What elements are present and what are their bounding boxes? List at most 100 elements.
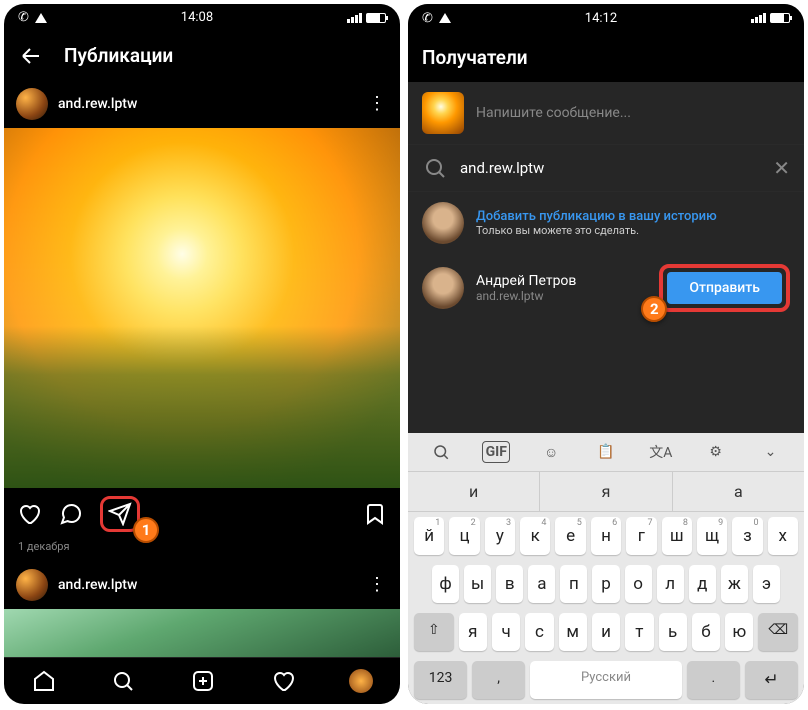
recipient-row: Андрей Петров and.rew.lptw Отправить 2 [408, 254, 804, 322]
keyboard-suggestions: и я а [408, 472, 804, 512]
key-ш[interactable]: ш8 [662, 517, 692, 555]
avatar [422, 202, 464, 244]
key-т[interactable]: т [625, 613, 653, 651]
key-и[interactable]: и [592, 613, 620, 651]
period-key[interactable]: . [687, 661, 740, 699]
key-у[interactable]: у3 [485, 517, 515, 555]
key-г[interactable]: г7 [626, 517, 656, 555]
more-icon[interactable]: ⋮ [368, 93, 388, 114]
nav-add-icon[interactable] [190, 668, 216, 694]
key-щ[interactable]: щ9 [697, 517, 727, 555]
suggestion[interactable]: а [673, 472, 804, 511]
send-highlight: Отправить 2 [659, 264, 790, 312]
viber-icon: ✆ [18, 10, 29, 25]
nav-search-icon[interactable] [110, 668, 136, 694]
key-а[interactable]: а [528, 565, 555, 603]
like-icon[interactable] [16, 501, 42, 527]
key-н[interactable]: н6 [591, 517, 621, 555]
status-time: 14:12 [585, 11, 617, 26]
enter-key[interactable]: ↵ [745, 661, 798, 699]
key-п[interactable]: п [560, 565, 587, 603]
key-р[interactable]: р [592, 565, 619, 603]
avatar[interactable] [16, 569, 48, 601]
kbd-gif-icon[interactable]: GIF [482, 441, 510, 463]
send-button[interactable]: Отправить [667, 272, 782, 304]
status-bar: ✆ 14:08 [4, 4, 400, 31]
page-title: Публикации [64, 44, 173, 67]
kbd-sticker-icon[interactable]: ☺ [537, 441, 565, 463]
key-я[interactable]: я [459, 613, 487, 651]
suggestion[interactable]: и [408, 472, 540, 511]
comma-key[interactable]: , [472, 661, 525, 699]
back-icon[interactable] [18, 43, 44, 69]
status-bar: ✆ 14:12 [408, 4, 804, 32]
key-ы[interactable]: ы [464, 565, 491, 603]
nav-profile-icon[interactable] [349, 669, 373, 693]
keyboard-row-2: фывапролджэ [408, 560, 804, 608]
backspace-key[interactable]: ⌫ [758, 613, 798, 651]
keyboard-row-4: 123 , Русский . ↵ [408, 656, 804, 704]
bookmark-icon[interactable] [362, 501, 388, 527]
suggestion[interactable]: я [540, 472, 672, 511]
annotation-badge-1: 1 [133, 517, 159, 543]
kbd-search-icon[interactable] [427, 441, 455, 463]
key-ц[interactable]: ц2 [449, 517, 479, 555]
post2-image[interactable] [4, 609, 400, 658]
key-з[interactable]: з0 [732, 517, 762, 555]
battery-icon [770, 13, 790, 23]
key-д[interactable]: д [689, 565, 716, 603]
message-input[interactable]: Напишите сообщение... [476, 105, 631, 121]
empty-area [408, 322, 804, 433]
recipient-handle: and.rew.lptw [476, 289, 576, 303]
post-image[interactable] [4, 128, 400, 488]
avatar[interactable] [422, 267, 464, 309]
post-thumbnail [422, 92, 464, 134]
key-с[interactable]: с [525, 613, 553, 651]
post-header: and.rew.lptw ⋮ [4, 80, 400, 128]
share-highlight: 1 [100, 496, 140, 532]
battery-icon [366, 13, 386, 23]
app-header: Публикации [4, 31, 400, 80]
key-в[interactable]: в [496, 565, 523, 603]
key-м[interactable]: м [559, 613, 587, 651]
key-о[interactable]: о [625, 565, 652, 603]
key-ф[interactable]: ф [432, 565, 459, 603]
post-actions: 1 [4, 488, 400, 540]
numeric-key[interactable]: 123 [414, 661, 467, 699]
key-ю[interactable]: ю [725, 613, 753, 651]
comment-icon[interactable] [58, 501, 84, 527]
key-е[interactable]: е5 [555, 517, 585, 555]
kbd-expand-icon[interactable]: ⌄ [756, 441, 784, 463]
key-б[interactable]: б [692, 613, 720, 651]
compose-row: Напишите сообщение... [408, 82, 804, 145]
key-х[interactable]: х [768, 517, 798, 555]
post-username[interactable]: and.rew.lptw [58, 96, 358, 112]
key-ч[interactable]: ч [492, 613, 520, 651]
key-ь[interactable]: ь [659, 613, 687, 651]
key-л[interactable]: л [657, 565, 684, 603]
key-й[interactable]: й1 [414, 517, 444, 555]
avatar[interactable] [16, 88, 48, 120]
kbd-settings-icon[interactable]: ⚙ [702, 441, 730, 463]
share-icon[interactable] [107, 501, 133, 527]
key-к[interactable]: к4 [520, 517, 550, 555]
kbd-translate-icon[interactable]: 文A [647, 441, 675, 463]
kbd-clipboard-icon[interactable]: 📋 [592, 441, 620, 463]
recipient-name: Андрей Петров [476, 273, 576, 289]
page-title: Получатели [422, 46, 528, 69]
clear-icon[interactable]: ✕ [773, 156, 790, 180]
post-username[interactable]: and.rew.lptw [58, 577, 358, 593]
space-key[interactable]: Русский [530, 661, 682, 699]
bottom-nav [4, 657, 400, 704]
search-input[interactable]: and.rew.lptw [460, 159, 761, 177]
key-ж[interactable]: ж [721, 565, 748, 603]
nav-activity-icon[interactable] [270, 668, 296, 694]
story-title: Добавить публикацию в вашу историю [476, 209, 717, 224]
shift-key[interactable]: ⇧ [414, 613, 454, 651]
add-to-story-row[interactable]: Добавить публикацию в вашу историю Тольк… [408, 192, 804, 254]
status-time: 14:08 [181, 10, 213, 25]
nav-home-icon[interactable] [31, 668, 57, 694]
more-icon[interactable]: ⋮ [368, 574, 388, 595]
key-э[interactable]: э [753, 565, 780, 603]
story-subtitle: Только вы можете это сделать. [476, 224, 717, 237]
